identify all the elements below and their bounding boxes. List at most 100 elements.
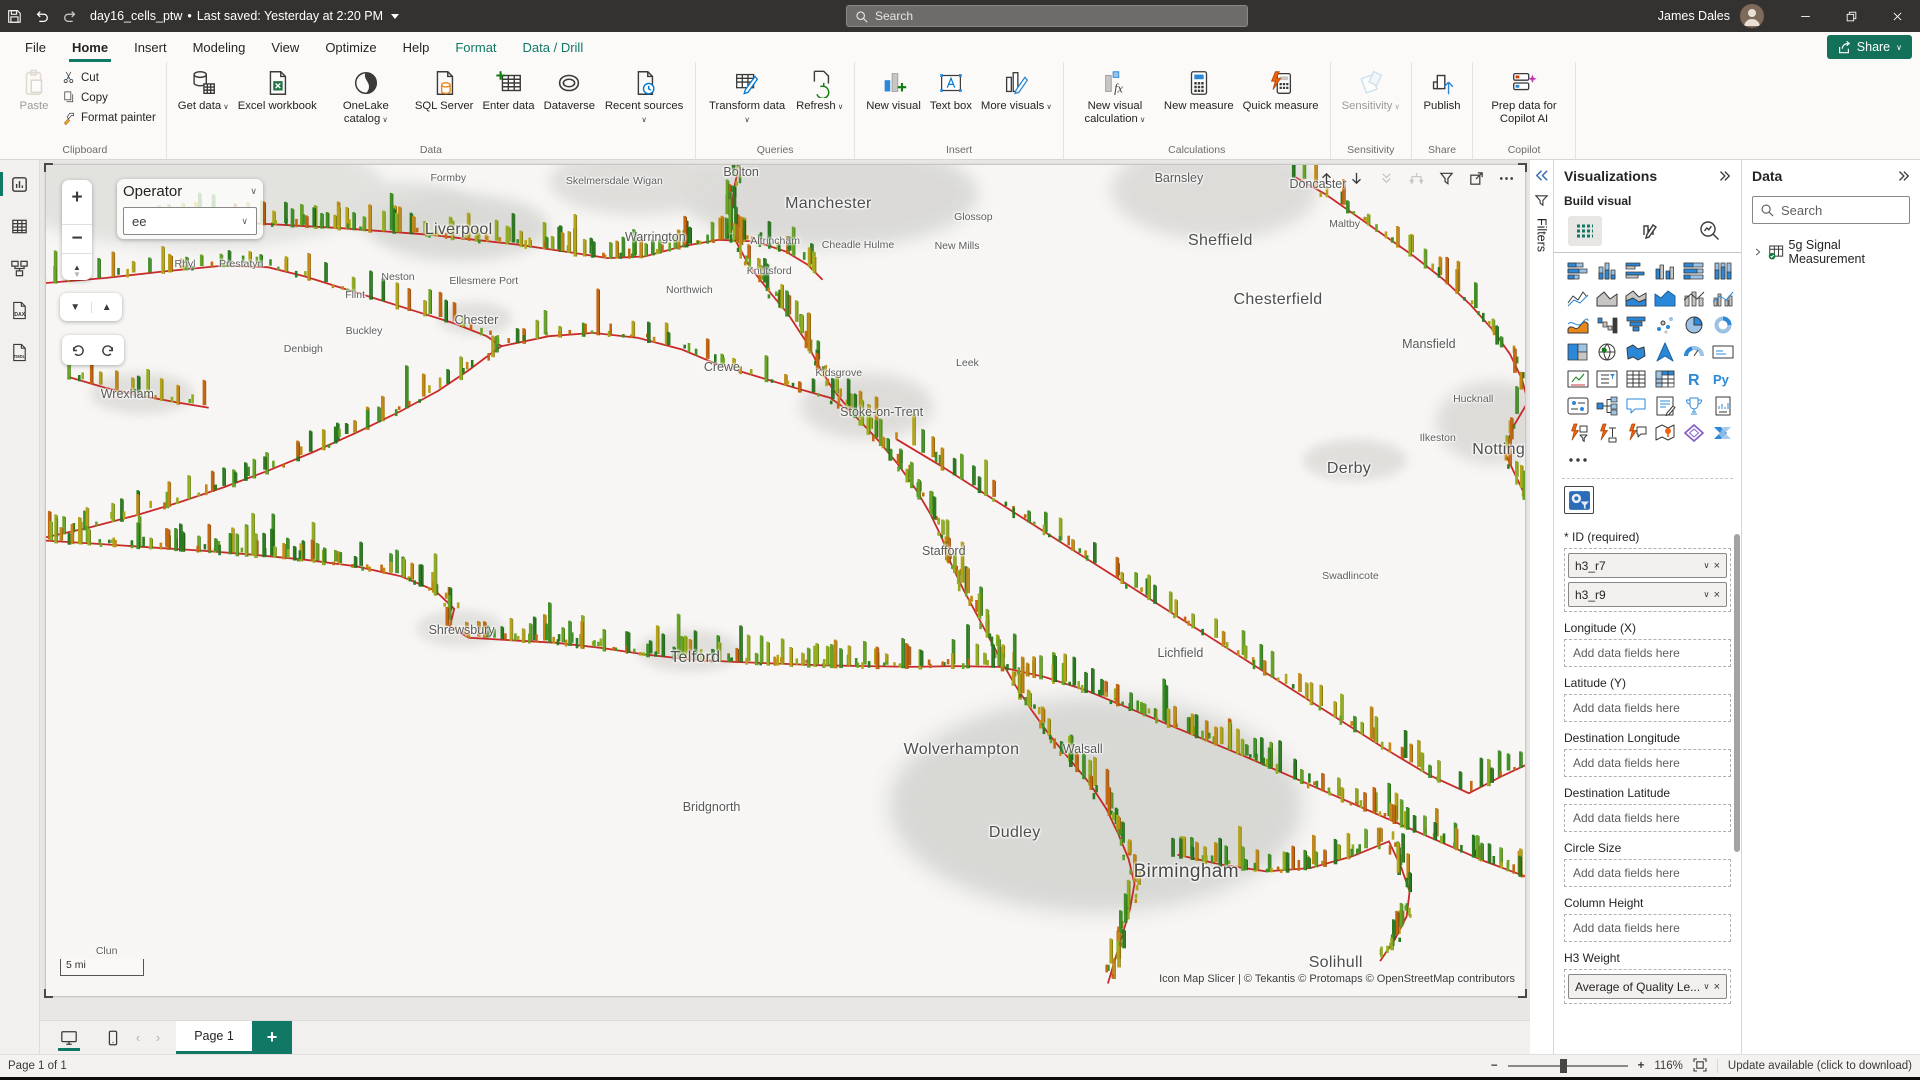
pill-remove-icon[interactable]: ×	[1714, 560, 1720, 572]
visual-type-stacked-area-icon[interactable]	[1622, 286, 1649, 310]
pill-chevron-down-icon[interactable]: ∨	[1703, 589, 1709, 600]
visual-type-power-apps-chat-icon[interactable]	[1622, 421, 1649, 445]
sidebar-item-model-view[interactable]	[0, 254, 40, 282]
visual-type-slicer-icon[interactable]	[1593, 367, 1620, 391]
well-dropzone-latitude-y[interactable]: Add data fields here	[1564, 694, 1731, 722]
operator-dropdown[interactable]: ee∨	[123, 207, 257, 235]
well-dropzone-circle-size[interactable]: Add data fields here	[1564, 859, 1731, 887]
new-page-button[interactable]: +	[252, 1021, 292, 1054]
tilt-up-button[interactable]: ▲	[92, 302, 123, 313]
cut-button[interactable]: Cut	[58, 69, 159, 86]
icon-map-visual-body[interactable]: Operator∨ ee∨ + − ▲▼ ▼ ▲	[46, 165, 1525, 996]
save-icon[interactable]	[0, 0, 28, 32]
visual-type-stacked-bar-100-icon[interactable]	[1680, 259, 1707, 283]
focus-mode-icon[interactable]	[1465, 168, 1487, 188]
build-visual-tab[interactable]	[1568, 216, 1602, 246]
tab-view[interactable]: View	[258, 34, 312, 61]
more-visuals-button[interactable]: More visuals ∨	[977, 65, 1056, 116]
text-box-button[interactable]: Text box	[926, 65, 976, 116]
enter-data-button[interactable]: Enter data	[478, 65, 538, 116]
visual-type-gauge-icon[interactable]	[1680, 340, 1707, 364]
tab-data-drill[interactable]: Data / Drill	[510, 34, 597, 61]
visual-type-line-stacked-column-icon[interactable]	[1680, 286, 1707, 310]
tilt-down-button[interactable]: ▼	[60, 302, 92, 313]
tab-optimize[interactable]: Optimize	[312, 34, 389, 61]
next-page-icon[interactable]: ›	[148, 1021, 168, 1054]
document-title[interactable]: day16_cells_ptw • Last saved: Yesterday …	[90, 9, 399, 23]
tab-home[interactable]: Home	[59, 34, 121, 61]
share-button[interactable]: Share ∨	[1827, 35, 1912, 59]
visual-type-tile-slicer-icon[interactable]	[1564, 394, 1591, 418]
zoom-out-button[interactable]: −	[62, 224, 92, 254]
visual-type-decomposition-tree-icon[interactable]	[1593, 394, 1620, 418]
zoom-level[interactable]: 116%	[1654, 1060, 1683, 1072]
drill-down-icon[interactable]	[1345, 168, 1367, 188]
visual-type-line-icon[interactable]	[1564, 286, 1591, 310]
publish-button[interactable]: Publish	[1419, 65, 1465, 116]
visual-type-power-apps-icon[interactable]	[1564, 421, 1591, 445]
visual-type-stacked-column-icon[interactable]	[1593, 259, 1620, 283]
new-visual-calculation-button[interactable]: fxNew visual calculation ∨	[1071, 65, 1159, 129]
go-to-next-level-icon[interactable]	[1375, 168, 1397, 188]
mobile-layout-icon[interactable]	[98, 1021, 128, 1054]
data-table-item[interactable]: 5g Signal Measurement	[1752, 238, 1910, 266]
minimize-button[interactable]	[1782, 0, 1828, 32]
visual-type-python-icon[interactable]: Py	[1709, 367, 1736, 391]
collapse-pane-icon[interactable]	[1717, 169, 1731, 183]
visual-type-smart-narrative-icon[interactable]	[1651, 394, 1678, 418]
visual-type-r-script-icon[interactable]: R	[1680, 367, 1707, 391]
zoom-slider[interactable]	[1508, 1065, 1628, 1067]
paste-button[interactable]: Paste	[11, 65, 57, 116]
update-available-link[interactable]: Update available (click to download)	[1728, 1060, 1912, 1072]
previous-page-icon[interactable]: ‹	[128, 1021, 148, 1054]
visual-type-ribbon-chart-icon[interactable]	[1564, 313, 1591, 337]
recent-sources-button[interactable]: Recent sources ∨	[600, 65, 688, 129]
page-tab[interactable]: Page 1	[176, 1021, 252, 1054]
visual-type-area-icon[interactable]	[1593, 286, 1620, 310]
collapse-pane-icon[interactable]	[1896, 169, 1910, 183]
sidebar-item-report-view[interactable]	[0, 170, 40, 198]
visual-type-arcgis-map-icon[interactable]	[1651, 421, 1678, 445]
visual-type-qa-icon[interactable]	[1622, 394, 1649, 418]
pill-chevron-down-icon[interactable]: ∨	[1703, 560, 1709, 571]
dataverse-button[interactable]: Dataverse	[540, 65, 600, 116]
visual-type-metrics-goals-icon[interactable]	[1680, 394, 1707, 418]
filters-pane-label[interactable]: Filters	[1535, 218, 1549, 252]
expand-pane-icon[interactable]	[1534, 168, 1549, 183]
visual-type-stacked-bar-icon[interactable]	[1564, 259, 1591, 283]
new-visual-button[interactable]: New visual	[862, 65, 925, 116]
icon-map-visual-icon[interactable]	[1564, 486, 1594, 514]
field-pill[interactable]: Average of Quality Le...∨×	[1568, 974, 1727, 999]
onelake-catalog-button[interactable]: OneLake catalog ∨	[322, 65, 410, 129]
visual-type-power-automate-icon[interactable]	[1709, 421, 1736, 445]
redo-icon[interactable]	[56, 0, 84, 32]
visual-type-area-filled-icon[interactable]	[1651, 286, 1678, 310]
excel-workbook-button[interactable]: Excel workbook	[234, 65, 321, 116]
format-visual-tab[interactable]	[1631, 216, 1665, 246]
filter-icon[interactable]	[1435, 168, 1457, 188]
sensitivity-button[interactable]: Sensitivity ∨	[1338, 65, 1404, 116]
well-dropzone-longitude-x[interactable]: Add data fields here	[1564, 639, 1731, 667]
visual-type-table-icon[interactable]	[1622, 367, 1649, 391]
rotate-left-icon[interactable]	[62, 343, 93, 358]
zoom-slider-thumb[interactable]	[1560, 1059, 1567, 1073]
new-measure-button[interactable]: New measure	[1160, 65, 1238, 116]
global-search-input[interactable]: Search	[846, 5, 1248, 27]
visual-type-pie-icon[interactable]	[1680, 313, 1707, 337]
chevron-down-icon[interactable]	[391, 14, 399, 19]
analytics-tab[interactable]	[1693, 216, 1727, 246]
chevron-right-icon[interactable]	[1752, 246, 1763, 258]
restore-button[interactable]	[1828, 0, 1874, 32]
sidebar-item-table-view[interactable]	[0, 212, 40, 240]
scrollbar[interactable]	[1734, 534, 1740, 852]
visual-type-paginated-report-icon[interactable]	[1709, 394, 1736, 418]
field-pill[interactable]: h3_r9∨×	[1568, 582, 1727, 607]
visual-type-clustered-column-icon[interactable]	[1651, 259, 1678, 283]
well-dropzone-column-height[interactable]: Add data fields here	[1564, 914, 1731, 942]
well-dropzone-destination-latitude[interactable]: Add data fields here	[1564, 804, 1731, 832]
tab-help[interactable]: Help	[390, 34, 443, 61]
visual-type-donut-icon[interactable]	[1709, 313, 1736, 337]
visual-type-waterfall-icon[interactable]	[1593, 313, 1620, 337]
visual-type-clustered-bar-icon[interactable]	[1622, 259, 1649, 283]
well-dropzone-destination-longitude[interactable]: Add data fields here	[1564, 749, 1731, 777]
